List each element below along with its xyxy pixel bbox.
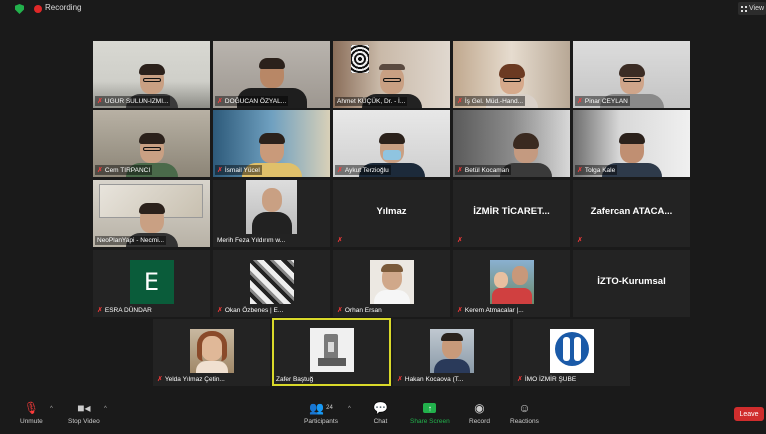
audio-options-caret-icon[interactable]: ^ [50, 406, 53, 412]
participant-name: Yılmaz [376, 206, 407, 217]
view-button[interactable]: View [738, 2, 766, 15]
mic-muted-icon: ✗ [577, 237, 583, 244]
participant-tile[interactable]: İZMİR TİCARET... ✗ [453, 180, 570, 247]
grid-view-icon [741, 5, 747, 12]
recording-dot-icon [34, 5, 42, 13]
participant-name: ✗ Yelda Yılmaz Çetin... [157, 376, 225, 383]
participants-count: 24 [326, 405, 333, 411]
top-bar: Recording View [0, 0, 766, 18]
reactions-button[interactable]: ☺ Reactions [510, 400, 539, 425]
participant-tile[interactable]: ✗ Kerem Atmacalar |... [453, 250, 570, 317]
unmute-button[interactable]: 🎙 Unmute [20, 400, 43, 425]
participant-tile[interactable]: ✗ İsmail Yücel [213, 110, 330, 177]
share-screen-button[interactable]: ↑ Share Screen [410, 400, 450, 425]
participant-tile[interactable]: ✗ DOĞUCAN ÖZYAL... [213, 41, 330, 108]
participant-tile[interactable]: ✗ İMO İZMİR ŞUBE [513, 319, 630, 386]
participant-tile[interactable]: ✗ Cem TIRPANCI [93, 110, 210, 177]
mic-muted-icon: ✗ [97, 98, 103, 105]
chat-bubble-icon: 💬 [373, 401, 388, 415]
participant-name: ✗ İş Gel. Müd.-Hand... [455, 96, 526, 106]
participant-name: ✗ Okan Özbenes | E... [217, 307, 284, 314]
participant-name: ✗ Kerem Atmacalar |... [457, 307, 524, 314]
participant-name: ✗ İsmail Yücel [215, 165, 262, 175]
video-camera-icon: ■◂ [77, 401, 91, 415]
stop-video-button[interactable]: ■◂ Stop Video [68, 400, 100, 425]
reactions-smiley-icon: ☺ [518, 401, 531, 415]
participant-name: ✗ Orhan Ersan [337, 307, 382, 314]
recording-label: Recording [45, 3, 82, 12]
participant-name: İZTO-Kurumsal [597, 276, 666, 287]
participant-tile[interactable]: ✗ UGUR SULUN-IZMI... [93, 41, 210, 108]
avatar: E [129, 260, 174, 304]
participants-button[interactable]: 👥 24 Participants [304, 400, 338, 425]
participants-icon: 👥 [309, 401, 325, 415]
imo-logo [549, 329, 594, 373]
avatar [309, 328, 354, 372]
participant-name: Merih Feza Yıldırım w... [217, 237, 286, 244]
participant-name: ✗ ESRA DÜNDAR [97, 307, 152, 314]
participant-tile[interactable]: Ahmet KÜÇÜK, Dr. - İ... [333, 41, 450, 108]
participant-name: ✗ İMO İZMİR ŞUBE [517, 376, 577, 383]
participant-tile[interactable]: ✗ Tolga Kale [573, 110, 690, 177]
participant-tile[interactable]: ✗ Yelda Yılmaz Çetin... [153, 319, 270, 386]
participant-name: Ahmet KÜÇÜK, Dr. - İ... [335, 97, 408, 106]
participant-tile[interactable]: ✗ Okan Özbenes | E... [213, 250, 330, 317]
participant-tile[interactable]: ✗ Aykut Terzioğlu [333, 110, 450, 177]
record-button[interactable]: ◉ Record [469, 400, 490, 425]
participant-tile[interactable]: Yılmaz ✗ [333, 180, 450, 247]
participant-name: Zafer Baştuğ [276, 376, 314, 383]
participant-tile[interactable]: NeoPlanYapi - Necmi... [93, 180, 210, 247]
mic-muted-icon: ✗ [337, 237, 343, 244]
participant-name: ✗ Hakan Kocaova (T... [397, 376, 464, 383]
participants-options-caret-icon[interactable]: ^ [348, 406, 351, 412]
view-label: View [749, 5, 765, 12]
avatar [369, 260, 414, 304]
avatar [249, 260, 294, 304]
leave-button[interactable]: Leave [734, 407, 764, 421]
participant-tile[interactable]: ✗ Pinar CEYLAN [573, 41, 690, 108]
chat-button[interactable]: 💬 Chat [373, 400, 388, 425]
participant-tile-active-speaker[interactable]: Zafer Baştuğ [272, 318, 391, 386]
mic-muted-icon: 🎙 [23, 401, 39, 415]
participant-name: ✗ DOĞUCAN ÖZYAL... [215, 96, 289, 106]
participant-tile[interactable]: ✗ Orhan Ersan [333, 250, 450, 317]
participant-name: ✗ Betül Kocaman [455, 165, 511, 175]
avatar [189, 329, 234, 373]
record-icon: ◉ [474, 401, 485, 415]
participant-tile[interactable]: ✗ İş Gel. Müd.-Hand... [453, 41, 570, 108]
mic-muted-icon: ✗ [457, 237, 463, 244]
participant-name: ✗ UGUR SULUN-IZMI... [95, 96, 171, 106]
participant-name: ✗ Tolga Kale [575, 165, 618, 175]
meeting-toolbar: 🎙 Unmute ^ ■◂ Stop Video ^ 👥 24 Participa… [0, 396, 766, 434]
participant-tile[interactable]: ✗ Hakan Kocaova (T... [393, 319, 510, 386]
participant-name: ✗ Pinar CEYLAN [575, 96, 630, 106]
participant-name: ✗ Aykut Terzioğlu [335, 165, 391, 175]
participant-tile[interactable]: İZTO-Kurumsal [573, 250, 690, 317]
participant-name: İZMİR TİCARET... [473, 206, 550, 217]
participant-tile[interactable]: Merih Feza Yıldırım w... [213, 180, 330, 247]
avatar [429, 329, 474, 373]
avatar [489, 260, 534, 304]
participant-name: NeoPlanYapi - Necmi... [95, 236, 167, 245]
participant-tile[interactable]: Zafercan ATACA... ✗ [573, 180, 690, 247]
video-options-caret-icon[interactable]: ^ [104, 406, 107, 412]
participant-name: ✗ Cem TIRPANCI [95, 165, 153, 175]
participant-tile[interactable]: E ✗ ESRA DÜNDAR [93, 250, 210, 317]
participant-tile[interactable]: ✗ Betül Kocaman [453, 110, 570, 177]
participant-name: Zafercan ATACA... [590, 206, 673, 217]
security-shield-icon[interactable] [15, 4, 24, 14]
share-screen-icon: ↑ [423, 403, 437, 413]
